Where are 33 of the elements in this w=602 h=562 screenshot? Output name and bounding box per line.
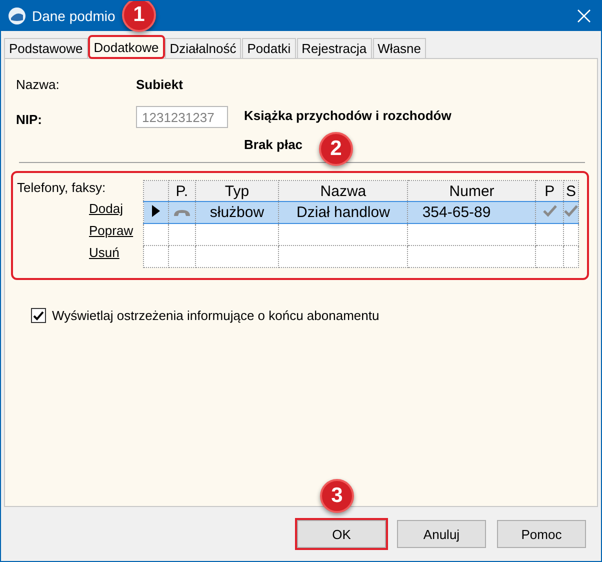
tab[interactable]: Działalność [164, 38, 242, 58]
column-header: S [563, 180, 578, 202]
table-row[interactable]: służbow Dział handlow 354-65-89 [144, 202, 578, 224]
action-link[interactable]: Popraw [89, 220, 134, 242]
table-cell: 354-65-89 [408, 202, 536, 224]
tab[interactable]: Podatki [242, 38, 296, 58]
tab[interactable]: Dodatkowe [88, 36, 164, 58]
dialog-button[interactable]: OK [297, 520, 386, 548]
app-logo-icon [8, 7, 26, 25]
column-header: P. [168, 180, 196, 202]
company-name: Subiekt [136, 77, 183, 92]
checkbox-label: Wyświetlaj ostrzeżenia informujące o końcu abonamentu [52, 308, 380, 323]
group-label: Telefony, faksy: [17, 180, 107, 197]
action-link[interactable]: Dodaj [89, 198, 123, 220]
column-header: Numer [408, 180, 536, 202]
table-cell: służbow [195, 202, 279, 224]
column-header: P [536, 180, 564, 202]
column-header: Typ [195, 180, 279, 202]
field-label: Nazwa: [16, 77, 60, 92]
close-icon[interactable] [577, 9, 591, 23]
action-link[interactable]: Usuń [89, 242, 120, 264]
payroll-info: Brak płac [244, 137, 303, 152]
tab[interactable]: Podstawowe [4, 38, 88, 58]
tab[interactable]: Rejestracja [296, 38, 372, 58]
window-title: Dane podmio [32, 8, 116, 24]
accounting-type: Książka przychodów i rozchodów [244, 108, 452, 123]
dialog-button[interactable]: Anuluj [397, 520, 486, 548]
table-cell: Dział handlow [278, 202, 408, 224]
dialog-button[interactable]: Pomoc [497, 520, 586, 548]
column-header: Nazwa [278, 180, 408, 202]
checkbox[interactable] [31, 308, 46, 323]
tab[interactable]: Własne [372, 38, 426, 58]
field-label: NIP: [16, 112, 43, 127]
